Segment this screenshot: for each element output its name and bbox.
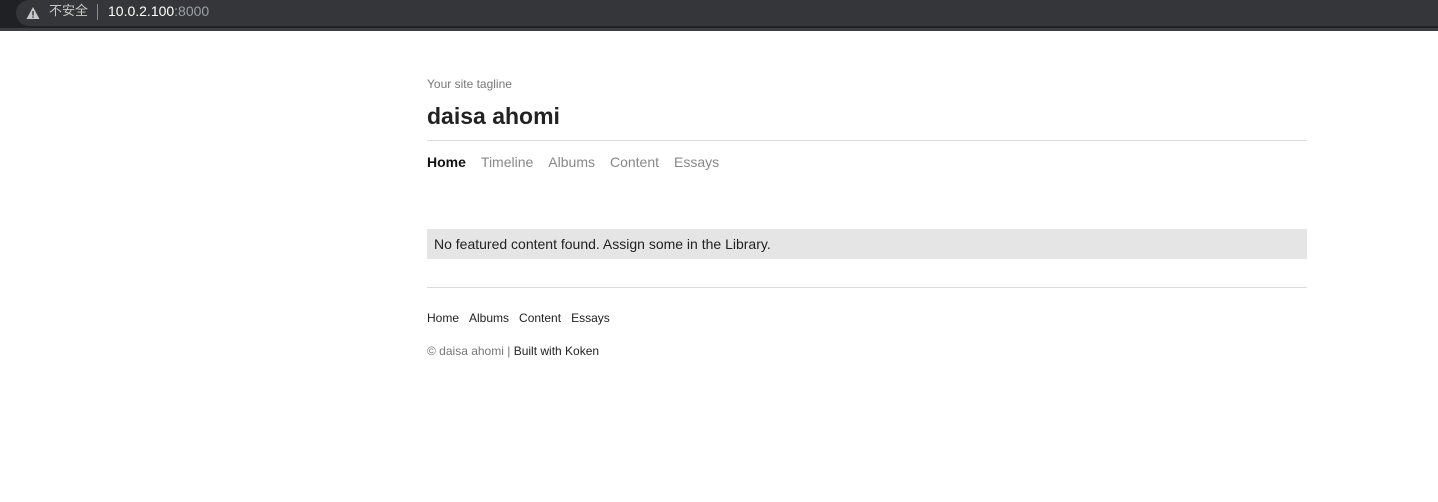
main-nav: Home Timeline Albums Content Essays (427, 154, 1307, 171)
url-port: :8000 (174, 3, 210, 19)
header-divider (427, 140, 1307, 141)
site-tagline: Your site tagline (427, 77, 512, 91)
address-bar[interactable] (16, 0, 1438, 26)
address-separator (97, 4, 98, 20)
browser-toolbar: 不安全 10.0.2.100:8000 (0, 0, 1438, 31)
footer-divider (427, 287, 1307, 288)
warning-triangle-icon[interactable] (26, 6, 40, 20)
featured-notice: No featured content found. Assign some i… (427, 229, 1307, 259)
nav-albums[interactable]: Albums (548, 154, 595, 171)
address-url[interactable]: 10.0.2.100:8000 (108, 3, 209, 20)
footer-nav-home[interactable]: Home (427, 311, 459, 325)
url-host: 10.0.2.100 (108, 3, 175, 19)
built-with-koken-link[interactable]: Built with Koken (514, 344, 599, 358)
footer-copyright: © daisa ahomi | Built with Koken (427, 344, 1307, 358)
footer-nav-essays[interactable]: Essays (571, 311, 610, 325)
insecure-label[interactable]: 不安全 (49, 4, 88, 20)
site-container: Your site tagline daisa ahomi Home Timel… (427, 77, 1307, 358)
footer-nav-content[interactable]: Content (519, 311, 561, 325)
copyright-text: © daisa ahomi | (427, 344, 511, 358)
nav-home[interactable]: Home (427, 154, 466, 171)
nav-essays[interactable]: Essays (674, 154, 719, 171)
footer-nav-albums[interactable]: Albums (469, 311, 509, 325)
site-title[interactable]: daisa ahomi (427, 102, 1307, 130)
footer-nav: Home Albums Content Essays (427, 311, 1307, 325)
nav-timeline[interactable]: Timeline (481, 154, 533, 171)
nav-content[interactable]: Content (610, 154, 659, 171)
